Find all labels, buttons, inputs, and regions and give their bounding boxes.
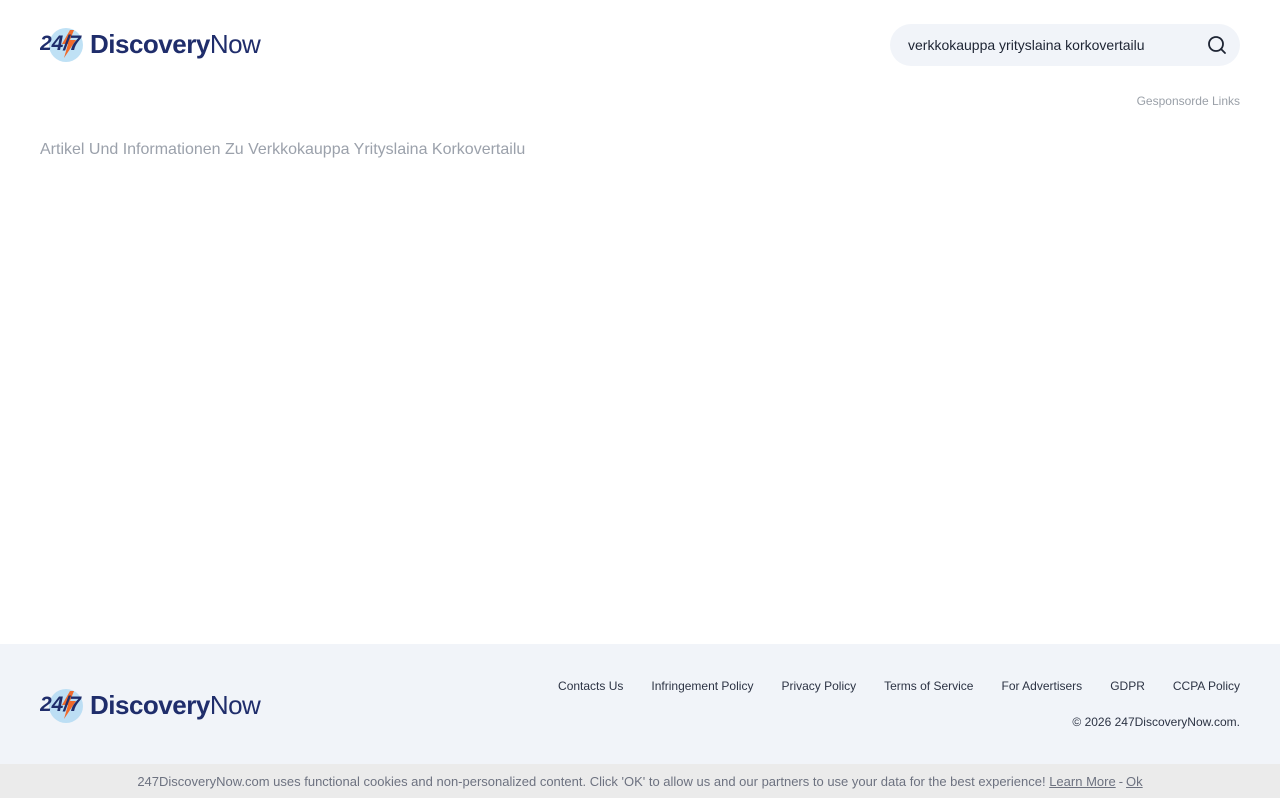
search-bar bbox=[890, 24, 1240, 66]
logo-text-bold: Discovery bbox=[90, 29, 210, 59]
footer-link-advertisers[interactable]: For Advertisers bbox=[1001, 679, 1082, 693]
cookie-message: 247DiscoveryNow.com uses functional cook… bbox=[137, 773, 1046, 789]
footer-link-ccpa[interactable]: CCPA Policy bbox=[1173, 679, 1240, 693]
site-logo[interactable]: 24/7 DiscoveryNow bbox=[39, 24, 261, 64]
logo-bolt-icon: 24/7 bbox=[39, 24, 86, 64]
search-input[interactable] bbox=[908, 24, 1188, 66]
logo-mark-text: 24/7 bbox=[40, 693, 82, 716]
footer-link-privacy[interactable]: Privacy Policy bbox=[781, 679, 856, 693]
cookie-ok-link[interactable]: Ok bbox=[1126, 774, 1143, 789]
footer-links: Contacts Us Infringement Policy Privacy … bbox=[558, 679, 1240, 693]
page: 24/7 DiscoveryNow Gesponsorde Links Arti… bbox=[0, 0, 1280, 800]
logo-text-bold: Discovery bbox=[90, 690, 210, 720]
article-heading: Artikel Und Informationen Zu Verkkokaupp… bbox=[40, 141, 526, 158]
logo-bolt-icon: 24/7 bbox=[39, 685, 86, 725]
logo-mark-text: 24/7 bbox=[40, 32, 82, 55]
sponsored-links-label: Gesponsorde Links bbox=[1136, 94, 1240, 108]
footer: 24/7 DiscoveryNow Contacts Us Infringeme… bbox=[0, 644, 1280, 764]
logo-text-light: Now bbox=[209, 690, 261, 720]
cookie-separator: - bbox=[1118, 773, 1124, 789]
cookie-learn-more-link[interactable]: Learn More bbox=[1049, 774, 1115, 789]
copyright: © 2026 247DiscoveryNow.com. bbox=[1072, 715, 1240, 729]
logo-text: DiscoveryNow bbox=[90, 24, 261, 64]
cookie-banner: 247DiscoveryNow.com uses functional cook… bbox=[0, 764, 1280, 798]
search-button[interactable] bbox=[1204, 32, 1230, 58]
header: 24/7 DiscoveryNow Gesponsorde Links bbox=[0, 0, 1280, 108]
search-icon bbox=[1208, 36, 1226, 54]
logo-text-light: Now bbox=[209, 29, 261, 59]
footer-link-terms[interactable]: Terms of Service bbox=[884, 679, 973, 693]
footer-link-contacts[interactable]: Contacts Us bbox=[558, 679, 623, 693]
footer-link-gdpr[interactable]: GDPR bbox=[1110, 679, 1145, 693]
footer-link-infringement[interactable]: Infringement Policy bbox=[651, 679, 753, 693]
footer-logo[interactable]: 24/7 DiscoveryNow bbox=[39, 685, 261, 725]
logo-text: DiscoveryNow bbox=[90, 685, 261, 725]
